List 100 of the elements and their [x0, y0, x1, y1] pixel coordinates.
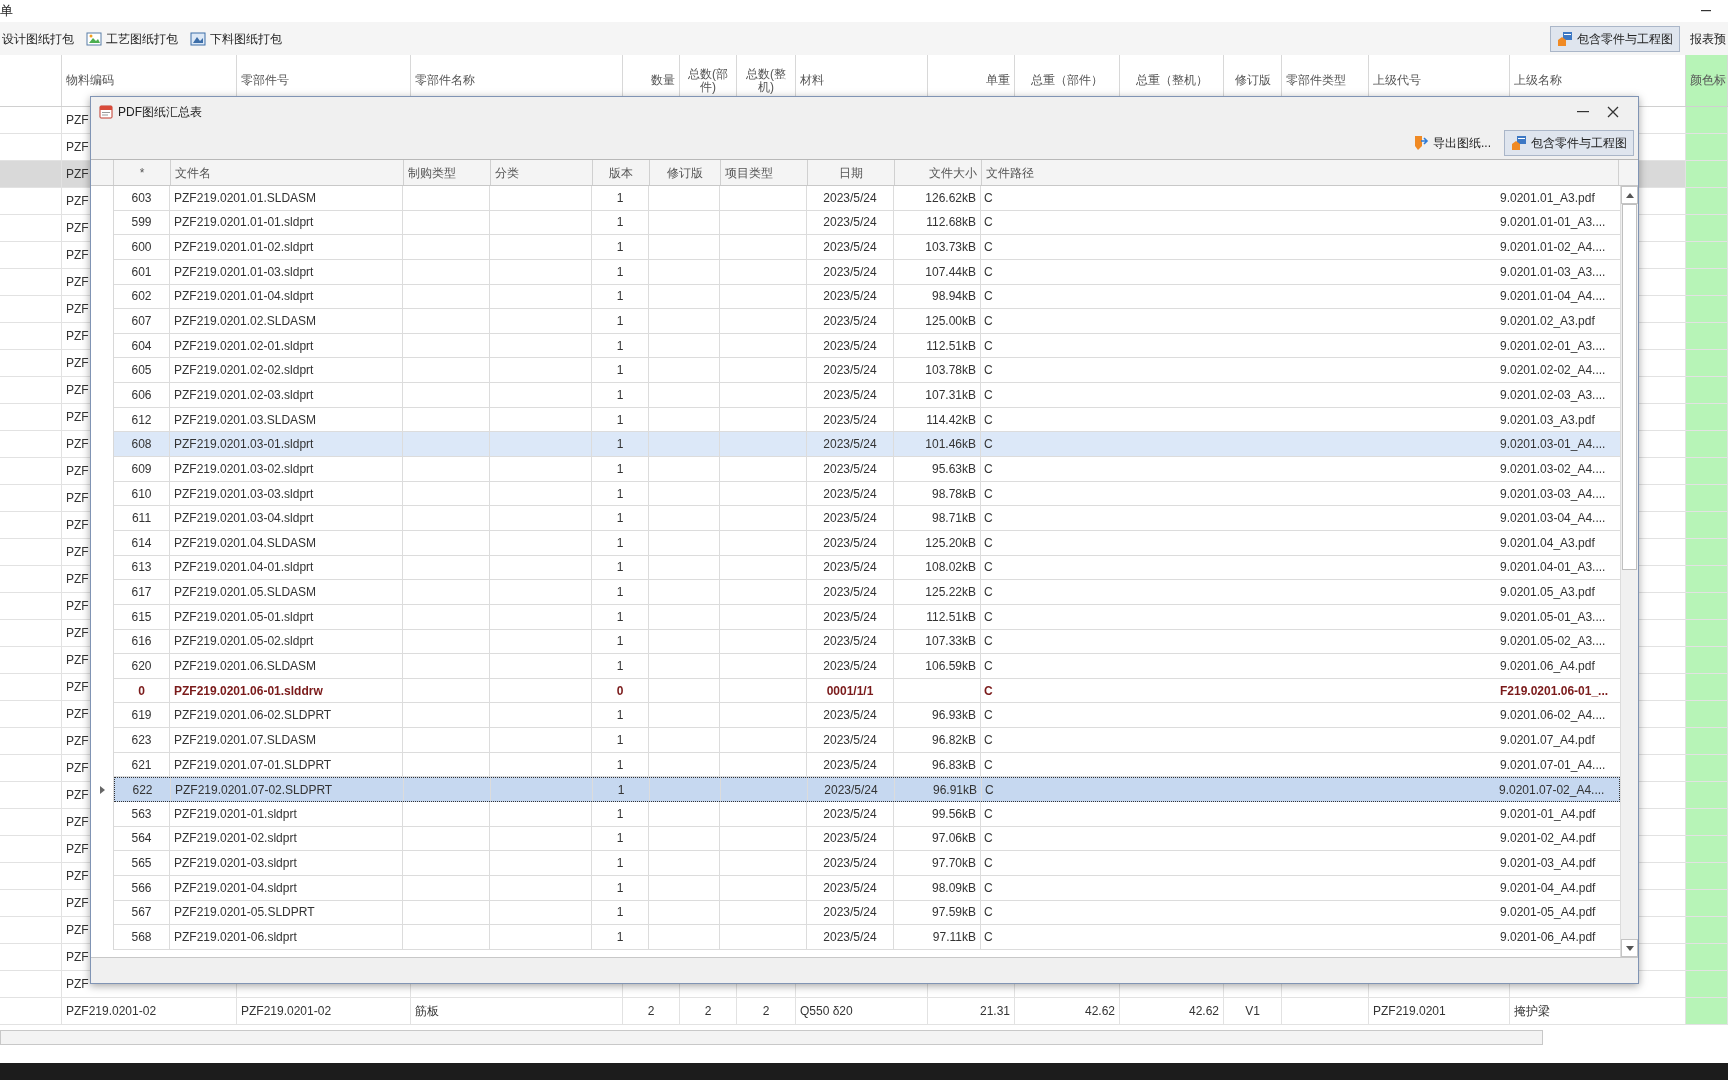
- column-header[interactable]: 零部件号: [241, 74, 406, 87]
- toolbar-button[interactable]: 下料图纸打包: [188, 26, 284, 51]
- grid-row[interactable]: 609 PZF219.0201.03-02.sldprt 1 2023/5/24 95.63kB C 9.0201.03-02_A4....: [114, 457, 1620, 482]
- grid-row[interactable]: 606 PZF219.0201.02-03.sldprt 1 2023/5/24 107.31kB C 9.0201.02-03_A3....: [114, 383, 1620, 408]
- grid-row[interactable]: 605 PZF219.0201.02-02.sldprt 1 2023/5/24 103.78kB C 9.0201.02-02_A4....: [114, 358, 1620, 384]
- table-cell-text: PZF219.0201.05-02.sldprt: [174, 633, 314, 651]
- table-cell-text: C: [984, 756, 993, 774]
- scroll-up-button[interactable]: [1621, 186, 1638, 204]
- grid-row[interactable]: 607 PZF219.0201.02.SLDASM 1 2023/5/24 125.00kB C 9.0201.02_A3.pdf: [114, 309, 1620, 334]
- grid-row[interactable]: 623 PZF219.0201.07.SLDASM 1 2023/5/24 96.82kB C 9.0201.07_A4.pdf: [114, 728, 1620, 753]
- column-header[interactable]: 项目类型: [725, 163, 773, 182]
- table-row[interactable]: PZF219.0201-02 PZF219.0201-02 筋板 2 2 2 Q550 δ20 21.31 42.62 42.62 V1 PZF219.0201 掩护梁: [0, 998, 1728, 1025]
- grid-row[interactable]: 0 PZF219.0201.06-01.slddrw 0 0001/1/1 C F219.0201.06-01_...: [114, 678, 1620, 704]
- table-cell-text: C: [984, 337, 993, 355]
- grid-row[interactable]: 567 PZF219.0201-05.SLDPRT 1 2023/5/24 97.59kB C 9.0201-05_A4.pdf: [114, 900, 1620, 926]
- column-header[interactable]: 单重: [932, 74, 1010, 87]
- scroll-thumb[interactable]: [1622, 204, 1637, 570]
- column-header[interactable]: 分类: [495, 163, 519, 182]
- table-cell-text: PZF219.0201.03-04.sldprt: [174, 510, 314, 528]
- table-cell-text: V1: [1245, 1003, 1260, 1020]
- column-header[interactable]: 上级代号: [1373, 74, 1505, 87]
- column-header[interactable]: 修订版: [1228, 74, 1277, 87]
- toolbar-button[interactable]: 包含零件与工程图: [1504, 130, 1634, 156]
- column-header[interactable]: 文件大小: [929, 163, 977, 182]
- table-cell-text: C: [984, 214, 993, 232]
- column-header[interactable]: 总重（整机）: [1124, 74, 1219, 87]
- table-cell-text: 1: [616, 879, 624, 897]
- grid-row[interactable]: 599 PZF219.0201.01-01.sldprt 1 2023/5/24 112.68kB C 9.0201.01-01_A3....: [114, 210, 1620, 236]
- column-header[interactable]: 零部件类型: [1286, 74, 1364, 87]
- column-header[interactable]: 数量: [627, 74, 675, 87]
- table-cell-text: C: [984, 189, 993, 207]
- grid-row[interactable]: 615 PZF219.0201.05-01.sldprt 1 2023/5/24 112.51kB C 9.0201.05-01_A3....: [114, 604, 1620, 630]
- table-cell-text: 1: [616, 288, 624, 306]
- table-cell-text: PZF: [66, 787, 89, 804]
- toolbar-button[interactable]: 报表预: [1688, 25, 1728, 52]
- grid-row[interactable]: 616 PZF219.0201.05-02.sldprt 1 2023/5/24 107.33kB C 9.0201.05-02_A3....: [114, 629, 1620, 655]
- grid-row[interactable]: 612 PZF219.0201.03.SLDASM 1 2023/5/24 114.42kB C 9.0201.03_A3.pdf: [114, 407, 1620, 433]
- column-header[interactable]: 材料: [800, 74, 923, 87]
- table-cell-text: PZF: [66, 220, 89, 237]
- table-cell-text: C: [984, 682, 993, 700]
- grid-row[interactable]: 617 PZF219.0201.05.SLDASM 1 2023/5/24 125.22kB C 9.0201.05_A3.pdf: [114, 580, 1620, 605]
- table-cell-text: 2: [704, 1003, 712, 1020]
- column-header[interactable]: 零部件名称: [415, 74, 618, 87]
- grid-row[interactable]: 611 PZF219.0201.03-04.sldprt 1 2023/5/24 98.71kB C 9.0201.03-04_A4....: [114, 506, 1620, 531]
- grid-row[interactable]: 602 PZF219.0201.01-04.sldprt 1 2023/5/24 98.94kB C 9.0201.01-04_A4....: [114, 284, 1620, 310]
- table-cell-text: PZF: [66, 922, 89, 939]
- table-cell-text: 107.33kB: [925, 633, 976, 651]
- grid-row[interactable]: 601 PZF219.0201.01-03.sldprt 1 2023/5/24 107.44kB C 9.0201.01-03_A3....: [114, 259, 1620, 285]
- column-header[interactable]: 制购类型: [408, 163, 456, 182]
- column-header[interactable]: 总数(部件): [684, 67, 732, 94]
- table-cell-text: 566: [131, 879, 152, 897]
- table-cell-text: 1: [616, 929, 624, 947]
- grid-row[interactable]: 621 PZF219.0201.07-01.SLDPRT 1 2023/5/24 96.83kB C 9.0201.07-01_A4....: [114, 752, 1620, 778]
- toolbar-button[interactable]: 包含零件与工程图: [1550, 25, 1680, 52]
- grid-row[interactable]: 620 PZF219.0201.06.SLDASM 1 2023/5/24 106.59kB C 9.0201.06_A4.pdf: [114, 654, 1620, 679]
- table-cell-text: PZF219.0201.01-04.sldprt: [174, 288, 314, 306]
- grid-row[interactable]: 566 PZF219.0201-04.sldprt 1 2023/5/24 98.09kB C 9.0201-04_A4.pdf: [114, 875, 1620, 901]
- grid-row[interactable]: 564 PZF219.0201-02.sldprt 1 2023/5/24 97.06kB C 9.0201-02_A4.pdf: [114, 826, 1620, 852]
- grid-row[interactable]: 608 PZF219.0201.03-01.sldprt 1 2023/5/24 101.46kB C 9.0201.03-01_A4....: [114, 432, 1620, 458]
- column-header[interactable]: 上级名称: [1514, 74, 1681, 87]
- scroll-down-button[interactable]: [1621, 939, 1638, 957]
- grid-row[interactable]: 622 PZF219.0201.07-02.SLDPRT 1 2023/5/24 96.91kB C 9.0201.07-02_A4....: [114, 777, 1620, 802]
- table-cell-text: 2023/5/24: [823, 263, 877, 281]
- table-cell-text: 2023/5/24: [823, 633, 877, 651]
- table-cell-text: 612: [131, 411, 152, 429]
- column-header[interactable]: *: [139, 163, 145, 182]
- column-header[interactable]: 版本: [609, 163, 633, 182]
- grid-row[interactable]: 619 PZF219.0201.06-02.SLDPRT 1 2023/5/24 96.93kB C 9.0201.06-02_A4....: [114, 703, 1620, 729]
- column-header[interactable]: 日期: [839, 163, 863, 182]
- grid-row[interactable]: 614 PZF219.0201.04.SLDASM 1 2023/5/24 125.20kB C 9.0201.04_A3.pdf: [114, 530, 1620, 556]
- table-cell-text: 1: [616, 830, 624, 848]
- grid-row[interactable]: 563 PZF219.0201-01.sldprt 1 2023/5/24 99.56kB C 9.0201-01_A4.pdf: [114, 802, 1620, 827]
- grid-row[interactable]: 613 PZF219.0201.04-01.sldprt 1 2023/5/24 108.02kB C 9.0201.04-01_A3....: [114, 555, 1620, 581]
- vertical-scrollbar[interactable]: [1620, 186, 1638, 957]
- table-cell-text: 623: [131, 731, 152, 749]
- column-header[interactable]: 文件名: [175, 163, 211, 182]
- horizontal-scrollbar[interactable]: [0, 1030, 1543, 1045]
- grid-row[interactable]: 600 PZF219.0201.01-02.sldprt 1 2023/5/24 103.73kB C 9.0201.01-02_A4....: [114, 235, 1620, 260]
- up-arrow-icon: [1625, 192, 1634, 198]
- table-cell-text: 42.62: [1084, 1003, 1115, 1020]
- table-cell-text: PZF219.0201.06-02.SLDPRT: [174, 707, 332, 725]
- column-header[interactable]: 文件路径: [986, 163, 1034, 182]
- grid-row[interactable]: 604 PZF219.0201.02-01.sldprt 1 2023/5/24 112.51kB C 9.0201.02-01_A3....: [114, 333, 1620, 359]
- grid-row[interactable]: 610 PZF219.0201.03-03.sldprt 1 2023/5/24 98.78kB C 9.0201.03-03_A4....: [114, 481, 1620, 507]
- toolbar-button[interactable]: 设计图纸打包: [0, 26, 76, 51]
- toolbar-button[interactable]: 导出图纸...: [1406, 130, 1498, 156]
- image-icon: [86, 30, 102, 47]
- column-header[interactable]: 物料编码: [66, 74, 232, 87]
- grid-row[interactable]: 565 PZF219.0201-03.sldprt 1 2023/5/24 97.70kB C 9.0201-03_A4.pdf: [114, 851, 1620, 876]
- column-header[interactable]: 总重（部件）: [1019, 74, 1115, 87]
- table-cell-text: 98.94kB: [931, 288, 976, 306]
- image-icon: [190, 30, 206, 47]
- table-cell-text: 9.0201-06_A4.pdf: [1499, 929, 1597, 947]
- column-header[interactable]: 修订版: [667, 163, 703, 182]
- column-header[interactable]: 总数(整机): [741, 67, 791, 94]
- table-cell-text: 2023/5/24: [823, 460, 877, 478]
- table-cell-text: PZF219.0201-04.sldprt: [174, 879, 297, 897]
- grid-row[interactable]: 603 PZF219.0201.01.SLDASM 1 2023/5/24 126.62kB C 9.0201.01_A3.pdf: [114, 186, 1620, 211]
- grid-row[interactable]: 568 PZF219.0201-06.sldprt 1 2023/5/24 97.11kB C 9.0201-06_A4.pdf: [114, 925, 1620, 950]
- toolbar-button[interactable]: 工艺图纸打包: [84, 26, 180, 51]
